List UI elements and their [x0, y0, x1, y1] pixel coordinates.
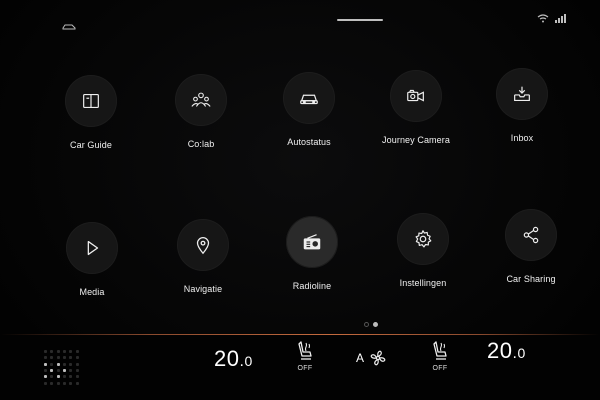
app-tile-car-sharing[interactable]: Car Sharing	[476, 209, 586, 284]
app-label: Autostatus	[287, 137, 331, 147]
camera-icon	[390, 70, 442, 122]
app-tile-journey-camera[interactable]: Journey Camera	[361, 70, 471, 145]
app-label: Car Sharing	[506, 274, 556, 284]
left-seat-heat-button[interactable]: OFF	[290, 340, 320, 372]
page-dot[interactable]	[364, 322, 369, 327]
fan-auto-button[interactable]: A	[356, 348, 388, 368]
right-temperature[interactable]: 20.0	[487, 338, 526, 364]
app-tile-autostatus[interactable]: Autostatus	[254, 72, 364, 147]
right-temp-whole: 20	[487, 338, 513, 363]
page-dot-active[interactable]	[373, 322, 378, 327]
fan-mode-label: A	[356, 351, 365, 365]
app-label: Radioline	[292, 281, 332, 291]
infotainment-screen: Car Guide Co:lab Autostatus Journey Came…	[0, 0, 600, 400]
gear-icon	[397, 213, 449, 265]
car-icon	[283, 72, 335, 124]
left-seat-heat-status: OFF	[297, 365, 313, 372]
location-pin-icon	[177, 219, 229, 271]
app-tile-car-guide[interactable]: Car Guide	[36, 75, 146, 150]
group-icon	[175, 74, 227, 126]
app-label: Journey Camera	[382, 135, 450, 145]
app-grid-button[interactable]	[44, 350, 80, 386]
page-indicator	[364, 322, 378, 327]
app-label: Inbox	[510, 133, 534, 143]
signal-strength-icon	[555, 13, 566, 23]
app-tile-inbox[interactable]: Inbox	[467, 68, 577, 143]
app-tile-media[interactable]: Media	[37, 222, 147, 297]
book-icon	[65, 75, 117, 127]
notification-handle[interactable]	[337, 19, 383, 21]
right-temp-decimal: 0	[517, 345, 526, 361]
app-tile-navigatie[interactable]: Navigatie	[148, 219, 258, 294]
left-temp-decimal: 0	[244, 353, 253, 369]
right-seat-heat-button[interactable]: OFF	[425, 340, 455, 372]
app-tile-instellingen[interactable]: Instellingen	[368, 213, 478, 288]
radio-icon	[286, 216, 338, 268]
inbox-icon	[496, 68, 548, 120]
app-tile-radioline[interactable]: Radioline	[257, 216, 367, 291]
car-status-icon	[62, 24, 76, 30]
wifi-icon	[537, 14, 549, 23]
app-label: Media	[79, 287, 105, 297]
left-temp-whole: 20	[214, 346, 240, 371]
app-label: Co:lab	[187, 139, 215, 149]
seat-heater-icon	[298, 341, 312, 360]
app-tile-colab[interactable]: Co:lab	[146, 74, 256, 149]
status-icons	[537, 13, 566, 23]
share-icon	[505, 209, 557, 261]
seat-heater-icon	[433, 341, 447, 360]
play-icon	[66, 222, 118, 274]
fan-icon	[370, 350, 386, 366]
app-label: Navigatie	[183, 284, 223, 294]
app-label: Car Guide	[70, 140, 112, 150]
left-temperature[interactable]: 20.0	[214, 346, 253, 372]
app-label: Instellingen	[399, 278, 447, 288]
right-seat-heat-status: OFF	[432, 365, 448, 372]
